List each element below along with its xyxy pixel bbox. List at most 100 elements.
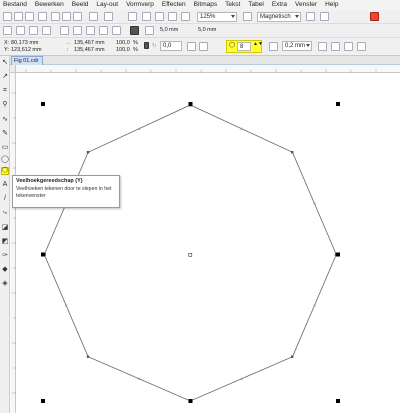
midpoint-node[interactable] bbox=[138, 377, 141, 380]
freehand-tool-icon[interactable]: ∿ bbox=[1, 116, 9, 124]
cut-icon[interactable] bbox=[51, 12, 60, 21]
midpoint-node[interactable] bbox=[65, 304, 68, 307]
snap-settings-icon[interactable] bbox=[306, 12, 315, 21]
selection-handle-right[interactable] bbox=[336, 252, 340, 257]
y-position-field[interactable]: 123,612 mm bbox=[11, 47, 42, 54]
undo-icon[interactable] bbox=[89, 12, 98, 21]
interactive-fill-icon[interactable]: ◆ bbox=[1, 266, 9, 274]
ellipse-tool-icon[interactable]: ◯ bbox=[1, 156, 9, 164]
eyedropper-icon[interactable]: ✑ bbox=[1, 252, 9, 260]
selection-handle-top-left[interactable] bbox=[41, 102, 45, 106]
height-field[interactable]: 135,467 mm bbox=[74, 47, 105, 54]
sides-field[interactable]: 8 bbox=[237, 42, 251, 51]
align-left-icon[interactable] bbox=[16, 26, 25, 35]
wrap-text-icon[interactable] bbox=[318, 42, 327, 51]
new-document-icon[interactable] bbox=[3, 12, 12, 21]
export-icon[interactable] bbox=[155, 12, 164, 21]
scale-x-field[interactable]: 100,0 bbox=[116, 40, 130, 47]
mirror-vertical-icon[interactable] bbox=[199, 42, 208, 51]
center-marker[interactable] bbox=[188, 253, 193, 257]
fill-icon[interactable] bbox=[130, 26, 139, 35]
current-page-icon[interactable] bbox=[99, 26, 108, 35]
shape-tool-icon[interactable]: ↗ bbox=[1, 73, 9, 81]
portrait-icon[interactable] bbox=[60, 26, 69, 35]
nudge-y-value[interactable]: 5,0 mm bbox=[198, 27, 216, 34]
save-icon[interactable] bbox=[25, 12, 34, 21]
align-right-icon[interactable] bbox=[42, 26, 51, 35]
snap-select[interactable]: Magnetisch bbox=[257, 12, 301, 22]
menu-effecten[interactable]: Effecten bbox=[162, 0, 186, 10]
node[interactable] bbox=[291, 355, 294, 358]
transparency-icon[interactable]: ◩ bbox=[1, 238, 9, 246]
menu-bestand[interactable]: Bestand bbox=[3, 0, 27, 10]
convert-to-curves-icon[interactable] bbox=[357, 42, 366, 51]
tab-fig-01[interactable]: Fig 01.cdr bbox=[11, 56, 43, 65]
midpoint-node[interactable] bbox=[240, 377, 243, 380]
node[interactable] bbox=[86, 355, 90, 358]
rotation-field[interactable]: 0,0 bbox=[160, 41, 182, 51]
midpoint-node[interactable] bbox=[313, 304, 316, 307]
smart-fill-icon[interactable]: ◈ bbox=[1, 280, 9, 288]
lock-ratio-icon[interactable] bbox=[144, 42, 149, 49]
print-icon[interactable] bbox=[38, 12, 47, 21]
publish-pdf-icon[interactable] bbox=[168, 12, 177, 21]
drawing-canvas[interactable] bbox=[17, 74, 400, 413]
connector-tool-icon[interactable]: ⤷ bbox=[1, 209, 9, 217]
nudge-icon[interactable] bbox=[145, 26, 154, 35]
rectangle-tool-icon[interactable]: ▭ bbox=[1, 144, 9, 152]
polygon-tool-icon[interactable]: ⬡ bbox=[1, 167, 9, 175]
scale-y-field[interactable]: 100,0 bbox=[116, 47, 130, 54]
outline-width-select[interactable]: 0,2 mm bbox=[282, 41, 312, 51]
menu-tabel[interactable]: Tabel bbox=[248, 0, 264, 10]
menu-tekst[interactable]: Tekst bbox=[225, 0, 240, 10]
selection-handle-bottom-left[interactable] bbox=[41, 399, 45, 403]
width-field[interactable]: 135,467 mm bbox=[74, 40, 105, 47]
selection-handle-bottom[interactable] bbox=[188, 399, 193, 403]
menu-bitmaps[interactable]: Bitmaps bbox=[194, 0, 217, 10]
landscape-icon[interactable] bbox=[73, 26, 82, 35]
nudge-x-value[interactable]: 5,0 mm bbox=[160, 27, 178, 34]
node[interactable] bbox=[291, 151, 294, 154]
copy-icon[interactable] bbox=[62, 12, 71, 21]
selection-handle-top[interactable] bbox=[188, 102, 193, 106]
drop-shadow-icon[interactable]: ◪ bbox=[1, 224, 9, 232]
menu-venster[interactable]: Venster bbox=[295, 0, 317, 10]
crop-tool-icon[interactable]: ⌗ bbox=[1, 87, 9, 95]
midpoint-node[interactable] bbox=[240, 127, 243, 130]
zoom-tool-icon[interactable]: ⚲ bbox=[1, 101, 9, 109]
pick-tool-arrow-icon[interactable]: ↖ bbox=[1, 59, 9, 67]
redo-icon[interactable] bbox=[104, 12, 113, 21]
all-pages-icon[interactable] bbox=[86, 26, 95, 35]
full-screen-icon[interactable] bbox=[243, 12, 252, 21]
selection-handle-bottom-right[interactable] bbox=[336, 399, 340, 403]
zoom-select[interactable]: 125% bbox=[197, 12, 237, 22]
menu-help[interactable]: Help bbox=[325, 0, 338, 10]
app-launcher-icon[interactable] bbox=[181, 12, 190, 21]
sides-stepper[interactable]: ▲▼ bbox=[253, 41, 263, 48]
menu-beeld[interactable]: Beeld bbox=[72, 0, 89, 10]
launch-icon[interactable] bbox=[370, 12, 379, 21]
node[interactable] bbox=[86, 151, 90, 154]
parallel-dimension-icon[interactable]: / bbox=[1, 195, 9, 203]
to-front-icon[interactable] bbox=[331, 42, 340, 51]
midpoint-node[interactable] bbox=[313, 202, 316, 205]
menu-lay-out[interactable]: Lay-out bbox=[96, 0, 118, 10]
menu-vormverp[interactable]: Vormverp bbox=[126, 0, 154, 10]
options-icon[interactable] bbox=[320, 12, 329, 21]
menu-bewerken[interactable]: Bewerken bbox=[35, 0, 64, 10]
text-tool-icon[interactable]: A bbox=[1, 181, 9, 189]
vertical-ruler[interactable] bbox=[10, 73, 16, 413]
mirror-horizontal-icon[interactable] bbox=[187, 42, 196, 51]
open-icon[interactable] bbox=[14, 12, 23, 21]
x-position-field[interactable]: 80,173 mm bbox=[11, 40, 39, 47]
artistic-media-icon[interactable]: ✎ bbox=[1, 130, 9, 138]
page-size-icon[interactable] bbox=[3, 26, 12, 35]
import-icon[interactable] bbox=[142, 12, 151, 21]
midpoint-node[interactable] bbox=[138, 127, 141, 130]
menu-extra[interactable]: Extra bbox=[272, 0, 287, 10]
units-icon[interactable] bbox=[112, 26, 121, 35]
selection-handle-top-right[interactable] bbox=[336, 102, 340, 106]
selection-handle-left[interactable] bbox=[41, 252, 45, 257]
to-back-icon[interactable] bbox=[344, 42, 353, 51]
horizontal-ruler[interactable] bbox=[16, 65, 400, 73]
